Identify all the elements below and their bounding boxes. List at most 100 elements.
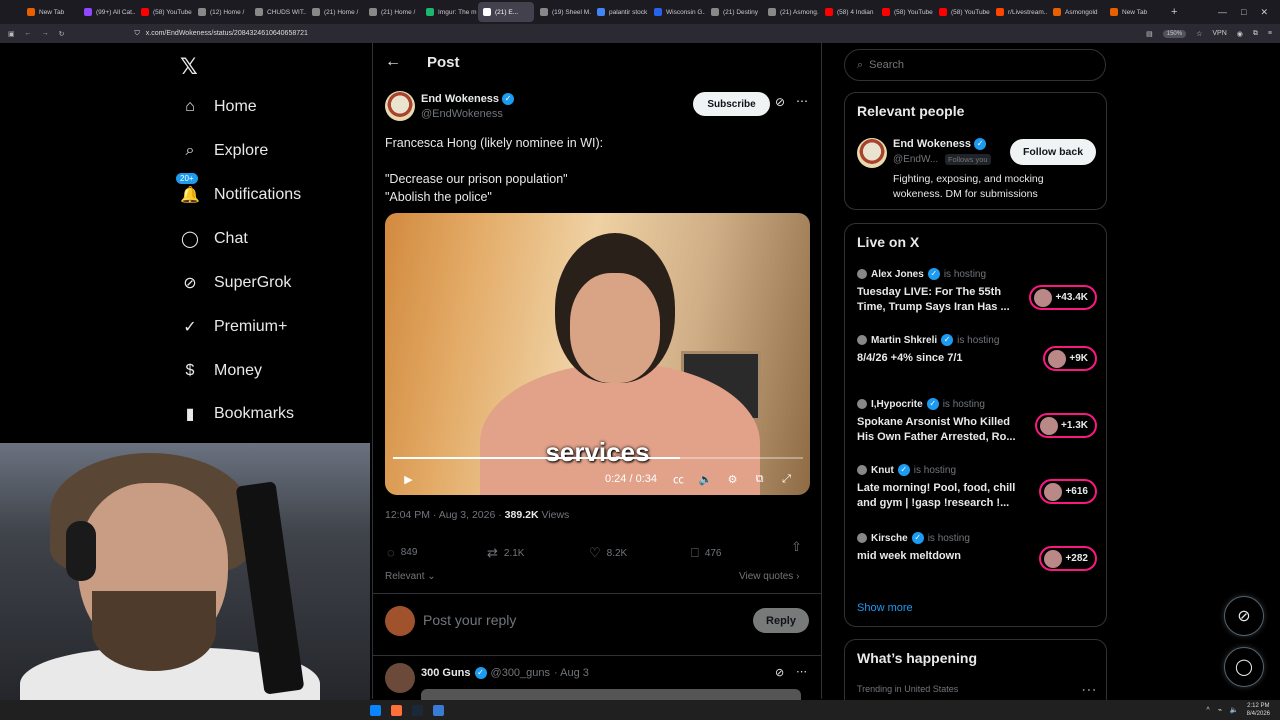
tab-label[interactable]: (21) Home / bbox=[324, 9, 358, 16]
menu-icon[interactable]: ≡ bbox=[1268, 30, 1272, 37]
live-host-name[interactable]: Kirsche bbox=[871, 533, 908, 544]
host-avatar[interactable] bbox=[857, 269, 867, 279]
nav-item-premium[interactable]: ✓ Premium+ bbox=[180, 313, 287, 341]
live-host-name[interactable]: Martin Shkreli bbox=[871, 335, 937, 346]
reply-avatar[interactable] bbox=[385, 663, 415, 693]
vpn-indicator[interactable]: VPN bbox=[1212, 30, 1226, 37]
tab-label[interactable]: Asmongold bbox=[1065, 9, 1098, 16]
tab-label[interactable]: r/Livestream... bbox=[1008, 9, 1047, 16]
search-icon[interactable]: ⌕ bbox=[180, 141, 200, 161]
chevron-down-icon[interactable]: ⌄ bbox=[427, 571, 435, 582]
live-listener-badge[interactable]: +43.4K bbox=[1029, 285, 1097, 310]
browser-tab[interactable]: (58) 4 Indian bbox=[820, 2, 876, 22]
dollar-icon[interactable]: $ bbox=[180, 361, 200, 381]
browser-tab[interactable]: (58) YouTube bbox=[877, 2, 933, 22]
bookmark-action[interactable]: ⎕ 476 bbox=[691, 545, 722, 561]
browser-tab[interactable]: (99+) All Cat... bbox=[79, 2, 135, 22]
browser-tab[interactable]: (21) Destiny bbox=[706, 2, 762, 22]
tab-label[interactable]: (99+) All Cat... bbox=[96, 9, 135, 16]
browser-tab[interactable]: (21) Home / bbox=[364, 2, 420, 22]
more-options-icon[interactable]: ⋯ bbox=[796, 94, 808, 108]
windows-start-icon[interactable] bbox=[370, 704, 381, 716]
tab-label[interactable]: New Tab bbox=[1122, 9, 1147, 16]
tab-label[interactable]: (21) Home / bbox=[381, 9, 415, 16]
nav-item-home[interactable]: ⌂ Home bbox=[180, 93, 257, 121]
live-title[interactable]: Tuesday LIVE: For The 55th Time, Trump S… bbox=[857, 285, 1019, 315]
reply-date[interactable]: · Aug 3 bbox=[554, 667, 589, 679]
picture-in-picture-icon[interactable]: ⧉ bbox=[746, 473, 773, 486]
close-window-icon[interactable]: ✕ bbox=[1260, 7, 1268, 18]
browser-tab[interactable]: (58) YouTube bbox=[136, 2, 192, 22]
host-avatar[interactable] bbox=[857, 335, 867, 345]
live-host-name[interactable]: I,Hypocrite bbox=[871, 399, 923, 410]
repost-action[interactable]: ⇄ 2.1K bbox=[487, 545, 524, 561]
tab-label[interactable]: (58) YouTube bbox=[894, 9, 933, 16]
bookmark-icon[interactable]: ⎕ bbox=[691, 545, 699, 561]
live-item[interactable]: Martin Shkreli ✓ is hosting 8/4/26 +4% sinc… bbox=[857, 334, 1097, 371]
tab-label[interactable]: (21) Destiny bbox=[723, 9, 758, 16]
browser-tab[interactable]: Imgur: The m bbox=[421, 2, 477, 22]
nav-item-label[interactable]: Premium+ bbox=[214, 318, 287, 336]
chat-bubble-icon[interactable]: ◯ bbox=[180, 229, 200, 249]
browser-tab[interactable]: New Tab bbox=[1105, 2, 1161, 22]
x-logo-icon[interactable]: 𝕏 bbox=[180, 54, 198, 80]
nav-item-explore[interactable]: ⌕ Explore bbox=[180, 137, 269, 165]
browser-tab[interactable]: Wisconsin G... bbox=[649, 2, 705, 22]
browser-tab[interactable]: (21) Home / bbox=[307, 2, 363, 22]
search-bar[interactable]: ⌕ Search bbox=[844, 49, 1106, 81]
nav-item-money[interactable]: $ Money bbox=[180, 357, 262, 385]
bell-icon[interactable]: 🔔 bbox=[180, 185, 200, 205]
live-title[interactable]: Spokane Arsonist Who Killed His Own Fath… bbox=[857, 415, 1019, 445]
chevron-right-icon[interactable]: › bbox=[796, 571, 799, 582]
live-item[interactable]: Alex Jones ✓ is hosting Tuesday LIVE: For T… bbox=[857, 268, 1097, 315]
nav-item-label[interactable]: Chat bbox=[214, 230, 248, 248]
browser-tab[interactable]: (58) YouTube bbox=[934, 2, 990, 22]
grok-icon[interactable]: ⊘ bbox=[775, 666, 784, 679]
nav-item-chat[interactable]: ◯ Chat bbox=[180, 225, 248, 253]
browser-tab[interactable]: r/Livestream... bbox=[991, 2, 1047, 22]
nav-item-notifications[interactable]: 🔔 20+ Notifications bbox=[176, 173, 301, 209]
search-input[interactable]: Search bbox=[869, 59, 904, 71]
browser-tab[interactable]: (19) Sheel M... bbox=[535, 2, 591, 22]
person-name-row[interactable]: End Wokeness ✓ bbox=[893, 138, 987, 151]
zoom-level[interactable]: 150% bbox=[1162, 29, 1187, 38]
tab-label[interactable]: (19) Sheel M... bbox=[552, 9, 591, 16]
grok-icon[interactable]: ⊘ bbox=[775, 95, 785, 109]
tab-label[interactable]: Wisconsin G... bbox=[666, 9, 705, 16]
shield-icon[interactable]: ⛉ bbox=[135, 30, 140, 38]
reply-input[interactable]: Post your reply bbox=[423, 612, 516, 628]
browser-tab[interactable]: New Tab bbox=[22, 2, 78, 22]
host-avatar[interactable] bbox=[857, 399, 867, 409]
nav-item-label[interactable]: Bookmarks bbox=[214, 405, 294, 423]
live-listener-badge[interactable]: +9K bbox=[1043, 346, 1097, 371]
like-action[interactable]: ♡ 8.2K bbox=[589, 545, 627, 561]
live-title[interactable]: mid week meltdown bbox=[857, 549, 1019, 564]
reply-author-handle[interactable]: @300_guns bbox=[491, 667, 551, 679]
verified-badge-icon[interactable]: ✓ bbox=[180, 317, 200, 337]
network-icon[interactable]: ⌁ bbox=[1218, 706, 1222, 714]
tab-label[interactable]: (21) Asmong... bbox=[780, 9, 819, 16]
bookmark-icon[interactable]: ▮ bbox=[180, 404, 200, 424]
play-icon[interactable]: ▶ bbox=[395, 473, 422, 486]
tab-label[interactable]: (12) Home / bbox=[210, 9, 244, 16]
maximize-icon[interactable]: □ bbox=[1241, 7, 1246, 18]
live-item[interactable]: Knut ✓ is hosting Late morning! Pool, food,… bbox=[857, 464, 1097, 511]
live-item[interactable]: Kirsche ✓ is hosting mid week meltdown +282 bbox=[857, 532, 1097, 571]
nav-item-label[interactable]: SuperGrok bbox=[214, 274, 291, 292]
back-arrow-icon[interactable]: ← bbox=[385, 53, 401, 71]
nav-item-label[interactable]: Notifications bbox=[214, 186, 301, 204]
reply-sort-dropdown[interactable]: Relevant ⌄ bbox=[385, 571, 436, 582]
firefox-icon[interactable] bbox=[391, 704, 402, 716]
home-icon[interactable]: ⌂ bbox=[180, 97, 200, 117]
tab-label[interactable]: CHUDS WIT... bbox=[267, 9, 306, 16]
share-action[interactable]: ⇧ bbox=[791, 539, 802, 555]
share-icon[interactable]: ⇧ bbox=[791, 539, 802, 555]
nav-item-label[interactable]: Home bbox=[214, 98, 257, 116]
video-progress-bar[interactable] bbox=[393, 457, 803, 459]
nav-item-label[interactable]: Money bbox=[214, 362, 262, 380]
account-icon[interactable]: ◉ bbox=[1237, 30, 1243, 38]
browser-tab[interactable]: Asmongold bbox=[1048, 2, 1104, 22]
live-listener-badge[interactable]: +282 bbox=[1039, 546, 1097, 571]
host-avatar[interactable] bbox=[857, 533, 867, 543]
person-handle[interactable]: @EndW... bbox=[893, 154, 938, 165]
